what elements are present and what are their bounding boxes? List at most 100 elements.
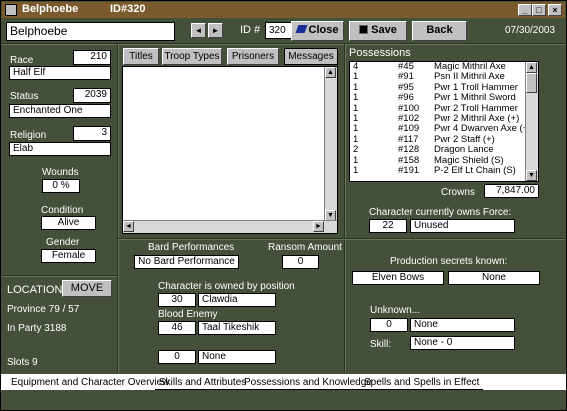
race-field[interactable]: Half Elf [9,66,111,80]
minimize-icon[interactable]: _ [518,4,532,16]
possession-number: #128 [398,144,420,156]
owned-name[interactable]: Clawdia [198,293,276,307]
scroll-up-icon[interactable]: ▲ [325,67,336,78]
save-button[interactable]: Save [349,21,407,41]
app-icon [5,4,17,16]
messages-vscrollbar[interactable]: ▲ ▼ [324,67,337,221]
toolbar-divider [2,43,565,45]
possessions-scrollbar[interactable]: ▲ ▼ [525,62,538,181]
slots-text: Slots 9 [7,357,38,368]
possessions-title: Possessions [349,47,411,59]
possession-number: #191 [398,164,420,176]
possession-row[interactable]: 1 #191 P-2 Elf Lt Chain (S) [350,164,538,176]
tab-equipment-overview[interactable]: Equipment and Character Overview [7,376,173,390]
religion-label: Religion [10,130,47,141]
right-divider [344,44,346,372]
tab-prisoners[interactable]: Prisoners [227,48,279,65]
unknown-label: Unknown... [370,305,421,316]
bottom-tab-strip: Equipment and Character Overview Skills … [1,374,566,410]
move-button[interactable]: MOVE [62,280,112,297]
force-number[interactable]: 22 [369,219,407,233]
window-title: Belphoebe [22,3,79,15]
tab-messages[interactable]: Messages [284,48,338,65]
force-field[interactable]: Unused [410,219,515,233]
enemy-label: Blood Enemy [158,309,218,320]
crowns-field[interactable]: 7,847.00 [484,184,539,198]
tab-skills-attributes[interactable]: Skills and Attributes [155,376,251,390]
secrets-label: Production secrets known: [390,256,508,267]
character-name-field[interactable]: Belphoebe [6,22,175,41]
save-button-label: Save [371,24,397,36]
middle-divider [118,238,565,240]
ransom-field[interactable]: 0 [282,255,319,269]
possession-row[interactable]: 2 #128 Dragon Lance [350,144,538,156]
unknown-number[interactable]: 0 [370,318,408,332]
scroll-left-icon[interactable]: ◄ [123,221,134,232]
location-divider [2,275,117,277]
gender-field[interactable]: Female [41,249,96,263]
title-bar[interactable]: Belphoebe ID#320 _ □ × [2,2,565,18]
nav-next-icon: ► [211,26,220,35]
tab-possessions-knowledge[interactable]: Possessions and Knowledge [240,376,376,390]
extra-name[interactable]: None [198,350,276,364]
possessions-list[interactable]: 4 #45 Magic Mithril Axe 1 #91 Psn II Mithril … [349,61,539,182]
crowns-label: Crowns [441,187,475,198]
religion-number[interactable]: 3 [73,126,111,141]
close-button-label: Close [308,24,339,36]
tab-titles[interactable]: Titles [123,48,159,65]
messages-hscrollbar[interactable]: ◄ ► [123,220,337,233]
race-label: Race [10,55,34,66]
tab-spells[interactable]: Spells and Spells in Effect [360,376,484,390]
extra-number[interactable]: 0 [158,350,196,364]
close-icon [295,25,307,33]
province-text: Province 79 / 57 [7,304,80,315]
tab-troop-types[interactable]: Troop Types [162,48,222,65]
scroll-right-icon[interactable]: ► [313,221,324,232]
save-icon [359,25,369,34]
condition-field[interactable]: Alive [41,216,96,230]
enemy-name[interactable]: Taal Tikeshik [198,321,276,335]
close-button[interactable]: Close [291,21,344,41]
back-button[interactable]: Back [412,21,467,41]
owned-number[interactable]: 30 [158,293,196,307]
skill-field[interactable]: None - 0 [410,336,515,350]
scroll-down-icon[interactable]: ▼ [526,170,537,181]
bard-label: Bard Performances [148,242,235,253]
wounds-label: Wounds [42,167,79,178]
status-field[interactable]: Enchanted One [9,104,111,118]
owned-label: Character is owned by position [158,281,295,292]
race-number[interactable]: 210 [73,50,111,65]
skill-label: Skill: [370,339,392,350]
enemy-number[interactable]: 46 [158,321,196,335]
party-text: In Party 3188 [7,323,67,334]
close-window-icon[interactable]: × [548,4,562,16]
force-label: Character currently owns Force: [369,207,512,218]
messages-list[interactable]: ▲ ▼ ◄ ► [122,66,338,234]
gender-label: Gender [46,237,80,248]
location-label: LOCATION [7,284,63,296]
secret-2[interactable]: None [448,271,540,285]
unknown-field[interactable]: None [410,318,515,332]
possession-desc: Dragon Lance [434,144,494,156]
status-strip [1,390,566,410]
window-id: ID#320 [110,3,146,15]
ransom-label: Ransom Amount [268,242,342,253]
date-display: 07/30/2003 [505,25,556,36]
nav-first-icon: ◄ [194,26,203,35]
possession-row[interactable]: 1 #96 Pwr 1 Mithril Sword [350,92,538,103]
character-window: Belphoebe ID#320 _ □ × Belphoebe ◄ ► ID … [0,0,567,411]
status-number[interactable]: 2039 [73,88,111,103]
status-label: Status [10,91,39,102]
maximize-icon[interactable]: □ [532,4,546,16]
possessions-rows: 4 #45 Magic Mithril Axe 1 #91 Psn II Mithril … [350,62,538,176]
scroll-up-icon[interactable]: ▲ [526,62,537,73]
id-label: ID # [240,24,261,36]
nav-first-button[interactable]: ◄ [191,23,206,38]
scroll-thumb[interactable] [526,73,537,93]
condition-label: Condition [41,205,84,216]
bard-field[interactable]: No Bard Performance [134,255,239,269]
nav-next-button[interactable]: ► [208,23,223,38]
wounds-field[interactable]: 0 % [42,179,80,193]
religion-field[interactable]: Elab [9,142,111,156]
secret-1[interactable]: Elven Bows [352,271,444,285]
